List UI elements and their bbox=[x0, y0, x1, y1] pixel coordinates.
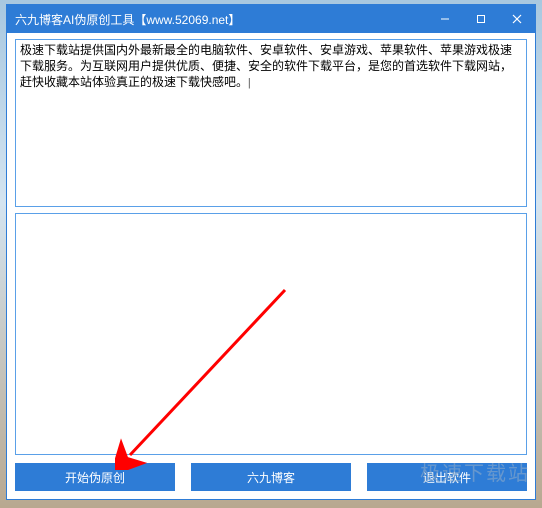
exit-button[interactable]: 退出软件 bbox=[367, 463, 527, 491]
titlebar-buttons bbox=[427, 5, 535, 33]
window-title: 六九博客AI伪原创工具【www.52069.net】 bbox=[15, 11, 427, 28]
maximize-icon bbox=[476, 14, 486, 24]
close-button[interactable] bbox=[499, 5, 535, 33]
app-window: 六九博客AI伪原创工具【www.52069.net】 开始伪原创 六九博客 退出… bbox=[6, 4, 536, 500]
button-row: 开始伪原创 六九博客 退出软件 bbox=[15, 461, 527, 491]
titlebar: 六九博客AI伪原创工具【www.52069.net】 bbox=[7, 5, 535, 33]
content-area: 开始伪原创 六九博客 退出软件 bbox=[7, 33, 535, 499]
close-icon bbox=[512, 14, 522, 24]
minimize-icon bbox=[440, 14, 450, 24]
start-button[interactable]: 开始伪原创 bbox=[15, 463, 175, 491]
output-textarea[interactable] bbox=[15, 213, 527, 455]
minimize-button[interactable] bbox=[427, 5, 463, 33]
blog-button[interactable]: 六九博客 bbox=[191, 463, 351, 491]
input-textarea[interactable] bbox=[15, 39, 527, 207]
maximize-button[interactable] bbox=[463, 5, 499, 33]
